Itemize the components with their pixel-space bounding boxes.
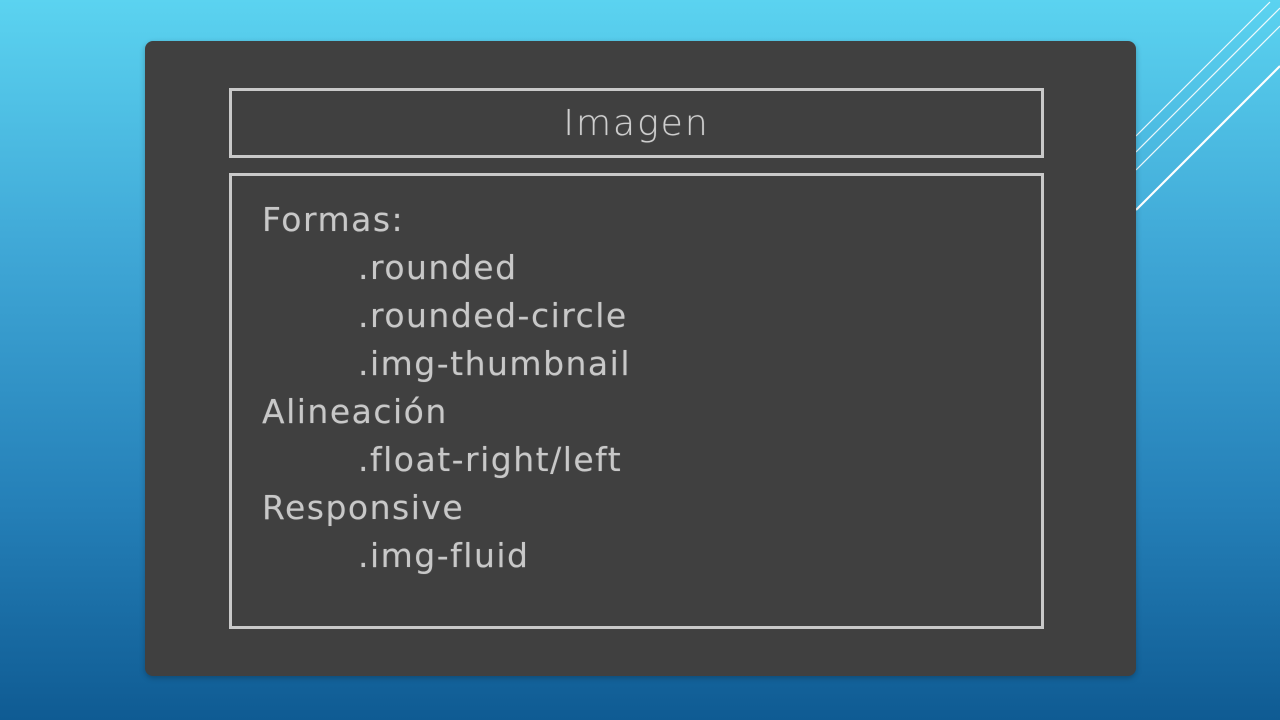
list-item-img-thumbnail: .img-thumbnail <box>358 344 631 383</box>
list-item-img-fluid: .img-fluid <box>358 536 530 575</box>
chalkboard-panel: Imagen Formas: .rounded .rounded-circle … <box>145 41 1136 676</box>
list-item-rounded: .rounded <box>358 248 518 287</box>
title-frame: Imagen <box>229 88 1044 158</box>
section-heading-alineacion: Alineación <box>262 392 448 431</box>
list-item-float: .float-right/left <box>358 440 623 479</box>
section-heading-formas: Formas: <box>262 200 405 239</box>
content-list: Formas: .rounded .rounded-circle .img-th… <box>262 196 631 580</box>
section-heading-responsive: Responsive <box>262 488 465 527</box>
slide-title: Imagen <box>563 102 710 144</box>
content-frame: Formas: .rounded .rounded-circle .img-th… <box>229 173 1044 629</box>
list-item-rounded-circle: .rounded-circle <box>358 296 628 335</box>
